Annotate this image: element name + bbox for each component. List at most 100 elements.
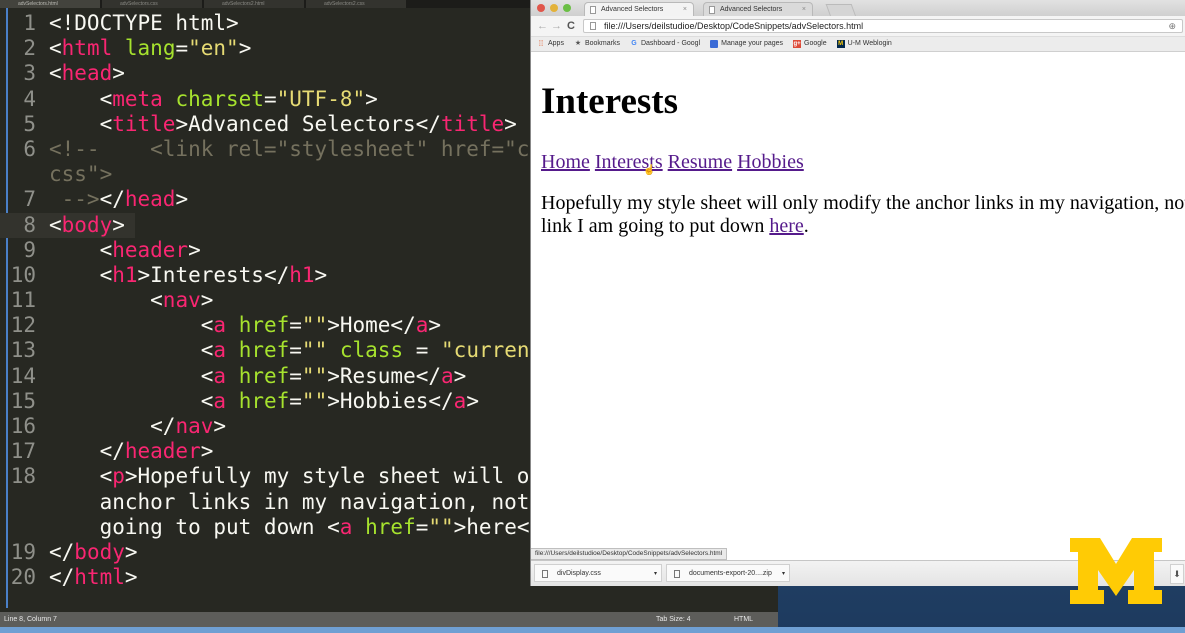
code-token: > [238, 36, 252, 61]
code-token: anchor links in my navigation, not [49, 489, 530, 514]
code-text: <!DOCTYPE html> [49, 11, 239, 36]
editor-tab[interactable]: advSelectors.html [0, 0, 100, 8]
hand-cursor-icon: ☝ [643, 165, 656, 176]
page-heading: Interests [541, 81, 679, 122]
nav-link-resume[interactable]: Resume [668, 151, 732, 173]
code-text: <html lang="en"> [49, 36, 251, 61]
code-token: = [289, 313, 302, 338]
code-token: < [49, 36, 62, 61]
code-token: </ [49, 565, 75, 590]
bookmark-dashboard[interactable]: G Dashboard - Googl [630, 37, 700, 51]
code-token: header [112, 237, 189, 262]
close-tab-icon[interactable]: × [683, 3, 687, 17]
desktop-dock-edge [0, 627, 1185, 633]
line-number: 2 [23, 36, 36, 61]
code-text: <a href="">Hobbies</a> [49, 389, 479, 414]
code-token: < [49, 237, 113, 262]
syntax-selector[interactable]: HTML [734, 612, 753, 627]
code-token: > [453, 363, 467, 388]
code-text: --></head> [49, 187, 188, 212]
code-token: head [61, 61, 113, 86]
line-number: 17 [10, 439, 36, 464]
code-text: <head> [49, 61, 125, 86]
code-token: body [61, 212, 113, 237]
editor-tab[interactable]: advSelectors.css [102, 0, 202, 8]
code-token: "curren [441, 338, 530, 363]
code-text: <body> [49, 213, 125, 238]
line-number: 14 [10, 363, 36, 388]
apps-icon: ⁞⁞ [538, 39, 544, 48]
dropdown-caret-icon[interactable]: ▾ [782, 565, 785, 583]
downloads-show-all-button[interactable]: ⬇ [1170, 564, 1184, 584]
address-bar[interactable]: file:///Users/deilstudioe/Desktop/CodeSn… [583, 19, 1183, 33]
code-token: <!DOCTYPE html> [49, 11, 239, 35]
code-token: a [453, 388, 467, 413]
bookmark-google[interactable]: g+ Google [793, 37, 827, 51]
download-label: documents-export-20....zip [689, 570, 772, 577]
close-tab-icon[interactable]: × [802, 3, 806, 17]
here-link[interactable]: here [769, 215, 803, 237]
bookmarks-bar: ⁞⁞ Apps ★ Bookmarks G Dashboard - Googl Man… [531, 37, 1185, 52]
bookmark-manage-pages[interactable]: Manage your pages [710, 37, 783, 51]
nav-link-hobbies[interactable]: Hobbies [737, 151, 804, 173]
paragraph-text: Hopefully my style sheet will only modif… [541, 192, 1185, 237]
code-token: href [238, 338, 290, 363]
code-token: href [238, 363, 290, 388]
close-window-button[interactable] [537, 4, 545, 12]
download-item[interactable]: divDisplay.css ▾ [534, 564, 662, 582]
bookmark-um-weblogin[interactable]: M U-M Weblogin [836, 37, 892, 51]
forward-button[interactable]: → [551, 19, 562, 33]
code-token: class [339, 338, 404, 363]
code-token: = [263, 86, 277, 111]
code-token: href [238, 313, 290, 338]
code-token: > [314, 262, 328, 287]
page-icon [590, 22, 596, 30]
code-token: >Hopefully my style sheet will o [124, 464, 530, 489]
download-item[interactable]: documents-export-20....zip ▾ [666, 564, 790, 582]
code-token: href [365, 514, 416, 539]
code-token: > [124, 565, 138, 590]
code-token: > [112, 61, 125, 86]
code-token: <!-- <link rel="stylesheet" href="c [49, 136, 530, 161]
line-number: 7 [23, 187, 36, 212]
bookmark-apps[interactable]: ⁞⁞ Apps [537, 37, 564, 51]
editor-tab[interactable]: advSelectors2.html [204, 0, 304, 8]
google-icon: G [631, 40, 637, 47]
code-token: nav [162, 288, 201, 313]
file-icon [542, 570, 548, 578]
code-token: > [466, 388, 479, 413]
line-number: 5 [23, 111, 36, 136]
line-number: 6 [23, 136, 36, 161]
zoom-icon[interactable]: ⊕ [1168, 20, 1176, 32]
code-token: "en" [188, 36, 239, 61]
browser-tab-active[interactable]: Advanced Selectors × [584, 2, 694, 16]
dropdown-caret-icon[interactable]: ▾ [654, 565, 657, 583]
code-token: = [289, 363, 302, 388]
google-plus-icon: g+ [793, 40, 802, 48]
nav-link-home[interactable]: Home [541, 151, 590, 173]
reload-button[interactable]: C [567, 19, 575, 33]
line-number: 4 [23, 86, 36, 111]
tab-size-selector[interactable]: Tab Size: 4 [656, 612, 691, 627]
code-text: </nav> [49, 414, 226, 439]
editor-tab[interactable]: advSelectors2.css [306, 0, 406, 8]
code-token: "UTF-8" [276, 86, 366, 111]
back-button[interactable]: ← [537, 19, 548, 33]
code-token: p [112, 464, 125, 489]
code-token: a [213, 363, 227, 388]
star-icon: ★ [574, 40, 582, 47]
code-line[interactable]: 8 <body> [0, 212, 135, 238]
browser-window: Advanced Selectors × Advanced Selectors … [530, 0, 1185, 586]
um-icon: M [836, 40, 845, 48]
bookmark-bookmarks[interactable]: ★ Bookmarks [574, 37, 620, 51]
code-token: < [49, 86, 113, 111]
zoom-window-button[interactable] [563, 4, 571, 12]
browser-tab[interactable]: Advanced Selectors × [703, 2, 813, 16]
code-token: html [74, 565, 125, 590]
code-token: < [49, 388, 214, 413]
code-token: = [403, 338, 442, 363]
minimize-window-button[interactable] [550, 4, 558, 12]
